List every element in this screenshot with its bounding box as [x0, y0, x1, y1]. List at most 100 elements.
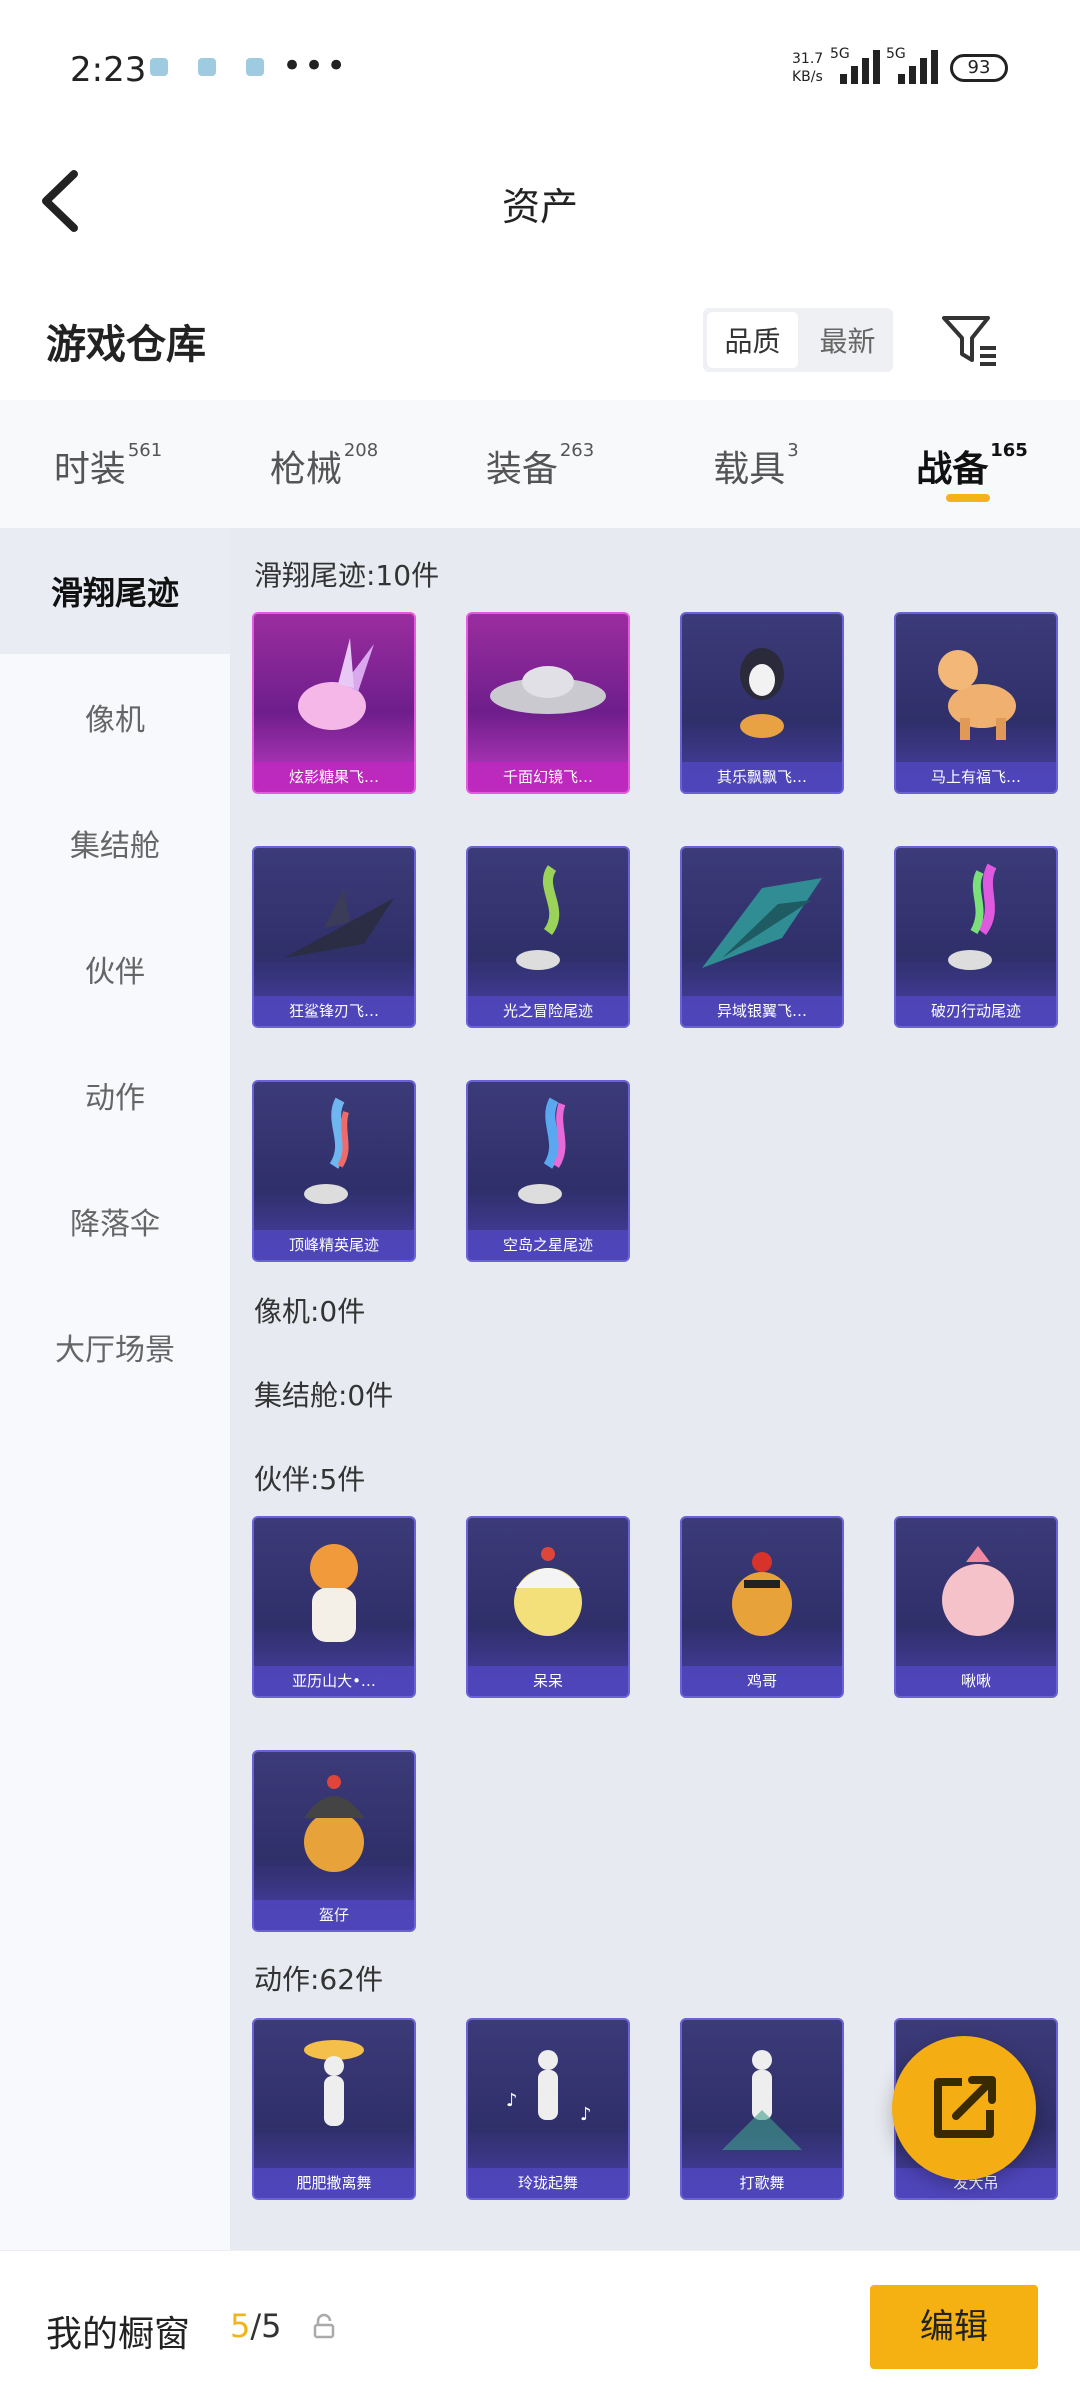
item-name: 啾啾 — [896, 1666, 1056, 1696]
tab-weapons[interactable]: 枪械 208 — [216, 400, 432, 528]
ufo-glider-icon — [490, 666, 606, 714]
item-card[interactable]: 啾啾 — [894, 1516, 1058, 1698]
sidebar: 滑翔尾迹 像机 集结舱 伙伴 动作 降落伞 大厅场景 — [0, 528, 230, 2250]
signal-icon — [840, 48, 880, 84]
item-name: 呆呆 — [468, 1666, 628, 1696]
sidebar-item-action[interactable]: 动作 — [0, 1032, 230, 1158]
item-name: 千面幻镜飞… — [468, 762, 628, 792]
section-title-camera: 像机:0件 — [254, 1295, 366, 1328]
showcase-count: 5/5 — [230, 2307, 282, 2345]
horse-glider-icon — [938, 650, 1016, 740]
showcase-bar: 我的橱窗 5/5 编辑 — [0, 2250, 1080, 2400]
item-name: 狂鲨锋刃飞… — [254, 996, 414, 1026]
item-card[interactable]: 盔仔 — [252, 1750, 416, 1932]
item-name: 鸡哥 — [682, 1666, 842, 1696]
lock-icon — [313, 2313, 335, 2339]
item-card[interactable]: ♪ ♪ 玲珑起舞 — [466, 2018, 630, 2200]
item-card[interactable]: 光之冒险尾迹 — [466, 846, 630, 1028]
edit-button[interactable]: 编辑 — [870, 2285, 1038, 2369]
item-name: 顶峰精英尾迹 — [254, 1230, 414, 1260]
app-header: 资产 — [0, 140, 1080, 260]
item-card[interactable]: 异域银翼飞… — [680, 846, 844, 1028]
sidebar-item-capsule[interactable]: 集结舱 — [0, 780, 230, 906]
item-card[interactable]: 破刃行动尾迹 — [894, 846, 1058, 1028]
item-card[interactable]: 炫影糖果飞… — [252, 612, 416, 794]
sidebar-item-camera[interactable]: 像机 — [0, 654, 230, 780]
showcase-total: /5 — [250, 2307, 282, 2345]
warehouse-title: 游戏仓库 — [46, 322, 206, 368]
sort-quality-button[interactable]: 品质 — [707, 312, 798, 368]
item-card[interactable]: 马上有福飞… — [894, 612, 1058, 794]
filter-icon[interactable] — [940, 312, 1000, 368]
notification-icon — [150, 58, 168, 76]
chick-partner-icon — [514, 1547, 582, 1636]
item-card[interactable]: 打歌舞 — [680, 2018, 844, 2200]
item-name: 光之冒险尾迹 — [468, 996, 628, 1026]
showcase-used: 5 — [230, 2307, 251, 2345]
item-card[interactable]: 肥肥撒离舞 — [252, 2018, 416, 2200]
tab-vehicles[interactable]: 载具 3 — [648, 400, 864, 528]
tab-battle-prep[interactable]: 战备 165 — [864, 400, 1080, 528]
sidebar-item-glide-trail[interactable]: 滑翔尾迹 — [0, 528, 230, 654]
category-tabs: 时装 561 枪械 208 装备 263 载具 3 战备 165 — [0, 400, 1080, 528]
sidebar-item-parachute[interactable]: 降落伞 — [0, 1158, 230, 1284]
tab-label: 枪械 — [269, 449, 342, 490]
dance-emote-icon: ♪♪ — [506, 2050, 592, 2125]
net-speed: 31.7 KB/s — [792, 50, 823, 86]
item-card[interactable]: 空岛之星尾迹 — [466, 1080, 630, 1262]
tab-label: 时装 — [53, 449, 126, 490]
tab-count: 165 — [990, 440, 1028, 461]
tiger-partner-icon — [310, 1544, 358, 1642]
net-speed-unit: KB/s — [792, 69, 823, 85]
item-card[interactable]: 亚历山大•… — [252, 1516, 416, 1698]
winged-glider-icon — [702, 878, 822, 968]
bird-partner-icon — [942, 1546, 1014, 1636]
tab-fashion[interactable]: 时装 561 — [0, 400, 216, 528]
dance-emote-icon — [304, 2040, 364, 2126]
trail-smoke-icon — [518, 1097, 566, 1204]
tab-count: 263 — [559, 440, 595, 461]
sidebar-item-lobby-scene[interactable]: 大厅场景 — [0, 1284, 230, 1410]
section-title-capsule: 集结舱:0件 — [254, 1379, 394, 1412]
status-bar: 2:23 ••• 31.7 KB/s 5G 5G 93 — [0, 0, 1080, 140]
item-name: 马上有福飞… — [896, 762, 1056, 792]
item-card[interactable]: 呆呆 — [466, 1516, 630, 1698]
shark-glider-icon — [284, 888, 394, 958]
showcase-label: 我的橱窗 — [46, 2314, 191, 2355]
item-name: 肥肥撒离舞 — [254, 2168, 414, 2198]
tab-equipment[interactable]: 装备 263 — [432, 400, 648, 528]
sort-toggle: 品质 最新 — [703, 308, 893, 372]
helmet-chick-partner-icon — [304, 1775, 364, 1872]
item-name: 玲珑起舞 — [468, 2168, 628, 2198]
item-name: 破刃行动尾迹 — [896, 996, 1056, 1026]
item-name: 其乐飘飘飞… — [682, 762, 842, 792]
item-card[interactable]: 顶峰精英尾迹 — [252, 1080, 416, 1262]
net-speed-value: 31.7 — [792, 51, 824, 67]
tab-label: 装备 — [485, 449, 558, 490]
share-fab-button[interactable] — [892, 2036, 1036, 2180]
battery-icon: 93 — [950, 54, 1008, 82]
item-grid: 滑翔尾迹:10件 炫影糖果飞… 千面幻镜飞… 其乐飘飘飞… 马上有福飞… 狂鲨锋… — [230, 528, 1080, 2250]
item-card[interactable]: 狂鲨锋刃飞… — [252, 846, 416, 1028]
warehouse-row: 游戏仓库 品质 最新 — [0, 260, 1080, 400]
item-card[interactable]: 千面幻镜飞… — [466, 612, 630, 794]
tab-label: 战备 — [916, 449, 989, 490]
section-title-partner: 伙伴:5件 — [254, 1463, 366, 1496]
sort-newest-button[interactable]: 最新 — [802, 308, 893, 372]
item-name: 空岛之星尾迹 — [468, 1230, 628, 1260]
penguin-glider-icon — [740, 648, 784, 738]
item-name: 亚历山大•… — [254, 1666, 414, 1696]
sidebar-item-partner[interactable]: 伙伴 — [0, 906, 230, 1032]
item-card[interactable]: 其乐飘飘飞… — [680, 612, 844, 794]
candy-glider-icon — [298, 638, 374, 730]
tab-label: 载具 — [713, 449, 786, 490]
tab-active-indicator — [946, 494, 990, 502]
svg-text:♪: ♪ — [580, 2104, 592, 2125]
item-card[interactable]: 鸡哥 — [680, 1516, 844, 1698]
tab-count: 3 — [787, 440, 799, 461]
section-title-action: 动作:62件 — [254, 1963, 384, 1996]
svg-text:♪: ♪ — [506, 2090, 518, 2111]
status-time: 2:23 — [70, 50, 147, 90]
rooster-partner-icon — [732, 1552, 792, 1636]
trail-smoke-icon — [516, 865, 560, 970]
